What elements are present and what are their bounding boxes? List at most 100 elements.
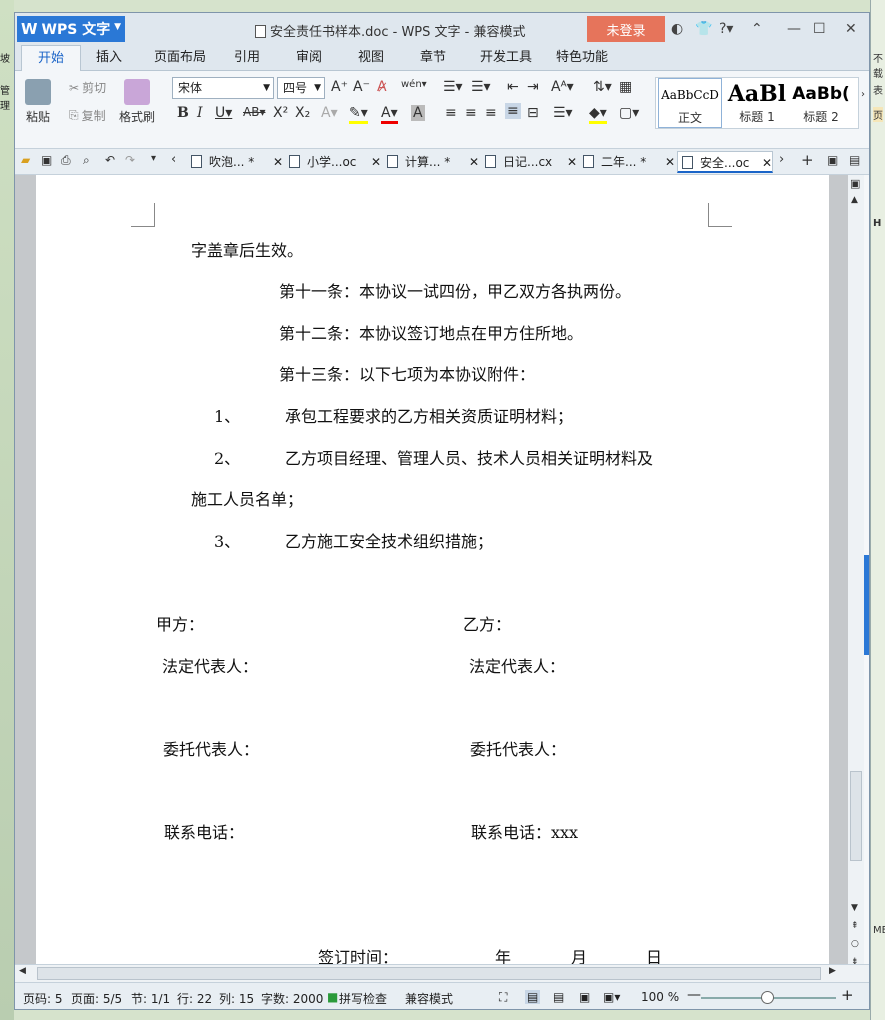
subscript-icon[interactable]: X₂	[295, 105, 310, 121]
char-shading-icon[interactable]: A	[411, 105, 425, 121]
tab-insert[interactable]: 插入	[87, 45, 131, 71]
redo-icon[interactable]: ↷	[125, 153, 135, 167]
tab-review[interactable]: 审阅	[289, 45, 329, 71]
doc-tab[interactable]: 吹泡... * ✕	[187, 151, 283, 173]
spellcheck-button[interactable]: 拼写检查	[339, 990, 387, 1007]
highlight-icon[interactable]: ✎▾	[349, 105, 368, 124]
side-panel-toggle[interactable]	[864, 555, 869, 655]
doc-tab[interactable]: 小学...oc ✕	[285, 151, 381, 173]
shirt-icon[interactable]: 👕	[695, 21, 712, 37]
tab-view[interactable]: 视图	[351, 45, 391, 71]
superscript-icon[interactable]: X²	[273, 105, 288, 121]
cut-button[interactable]: ✂ 剪切	[69, 79, 106, 96]
tab-chapter[interactable]: 章节	[413, 45, 453, 71]
grow-font-icon[interactable]: A⁺	[331, 79, 348, 95]
login-button[interactable]: 未登录	[587, 16, 665, 42]
outline-view-icon[interactable]: ▤	[553, 990, 564, 1004]
align-left-icon[interactable]: ≡	[445, 105, 457, 121]
doc-tab[interactable]: 二年... * ✕	[579, 151, 675, 173]
font-name-select[interactable]: 宋体 ▼	[172, 77, 274, 99]
numbering-icon[interactable]: ☰▾	[471, 79, 491, 95]
print-preview-icon[interactable]: ⌕	[83, 153, 90, 168]
status-word-count[interactable]: 字数: 2000	[261, 990, 323, 1007]
reading-mode-icon[interactable]: ▣▾	[603, 990, 620, 1004]
close-icon[interactable]: ✕	[845, 21, 857, 37]
horizontal-scrollbar[interactable]: ◀ ▶	[15, 964, 869, 982]
skin-icon[interactable]: ◐	[671, 21, 683, 37]
maximize-icon[interactable]: ☐	[813, 21, 826, 37]
increase-indent-icon[interactable]: ⇥	[527, 79, 539, 95]
close-icon[interactable]: ✕	[469, 151, 479, 173]
help-icon[interactable]: ?▾	[719, 21, 733, 37]
doc-tab-active[interactable]: 安全...oc ✕	[677, 151, 773, 173]
copy-button[interactable]: ⎘ 复制	[69, 107, 106, 124]
doc-tab[interactable]: 计算... * ✕	[383, 151, 479, 173]
zoom-in-icon[interactable]: +	[841, 986, 854, 1004]
collapse-ribbon-icon[interactable]: ⌃	[751, 21, 763, 37]
scroll-right-icon[interactable]: ▶	[829, 966, 836, 976]
borders-icon[interactable]: ▢▾	[619, 105, 639, 121]
line-spacing-icon[interactable]: ☰▾	[553, 105, 573, 121]
scroll-up-icon[interactable]: ▲	[851, 195, 858, 205]
case-icon[interactable]: Aᴬ▾	[551, 79, 574, 95]
browse-object-icon[interactable]: ○	[851, 939, 859, 949]
full-screen-icon[interactable]: ⛶	[499, 990, 507, 1005]
zoom-level[interactable]: 100 %	[641, 990, 679, 1004]
bold-icon[interactable]: B	[177, 105, 189, 121]
tab-developer[interactable]: 开发工具	[473, 45, 539, 71]
scroll-left-icon[interactable]: ◀	[19, 966, 26, 976]
close-icon[interactable]: ✕	[273, 151, 283, 173]
zoom-out-icon[interactable]: —	[687, 987, 701, 1003]
vertical-scrollbar[interactable]: ▣ ▲ ▼ ⇞ ○ ⇟	[848, 175, 864, 967]
distributed-icon[interactable]: ⊟	[527, 105, 539, 121]
phonetic-guide-icon[interactable]: wén▾	[401, 79, 427, 90]
customize-toolbar-icon[interactable]: ▾	[151, 153, 156, 164]
shading-icon[interactable]: ◆▾	[589, 105, 607, 124]
decrease-indent-icon[interactable]: ⇤	[507, 79, 519, 95]
text-effect-icon[interactable]: A▾	[321, 105, 338, 121]
align-center-icon[interactable]: ≡	[465, 105, 477, 121]
undo-icon[interactable]: ↶	[105, 153, 115, 167]
clear-format-icon[interactable]: A̷	[377, 79, 387, 95]
tab-home[interactable]: 开始	[21, 45, 81, 72]
tab-scroll-left-icon[interactable]: ‹	[171, 152, 176, 167]
tab-references[interactable]: 引用	[227, 45, 267, 71]
prev-page-icon[interactable]: ⇞	[851, 921, 859, 931]
font-color-icon[interactable]: A▾	[381, 105, 398, 124]
doc-tab[interactable]: 日记...cx ✕	[481, 151, 577, 173]
format-painter-button[interactable]: 格式刷	[119, 79, 155, 125]
close-icon[interactable]: ✕	[567, 151, 577, 173]
scroll-down-icon[interactable]: ▼	[851, 903, 858, 913]
wps-menu-button[interactable]: W WPS 文字 ▼	[17, 16, 125, 42]
underline-icon[interactable]: U▾	[215, 105, 232, 121]
style-heading-1[interactable]: AaBl 标题 1	[726, 78, 788, 128]
font-size-select[interactable]: 四号 ▼	[277, 77, 325, 99]
paste-button[interactable]: 粘贴	[25, 79, 51, 125]
vertical-scroll-thumb[interactable]	[850, 771, 862, 861]
close-icon[interactable]: ✕	[371, 151, 381, 173]
page-view-icon[interactable]: ▤	[525, 990, 541, 1004]
window-switch-icon[interactable]: ▤	[849, 153, 860, 167]
tab-scroll-right-icon[interactable]: ›	[779, 152, 784, 167]
sort-icon[interactable]: ⇅▾	[593, 79, 612, 95]
close-icon[interactable]: ✕	[762, 152, 772, 174]
styles-scroll-icon[interactable]: ›	[861, 89, 865, 100]
align-right-icon[interactable]: ≡	[485, 105, 497, 121]
style-heading-2[interactable]: AaBb( 标题 2	[790, 78, 852, 128]
justify-icon[interactable]: ≡	[505, 103, 521, 119]
new-tab-icon[interactable]: +	[801, 151, 814, 169]
tab-special-features[interactable]: 特色功能	[549, 45, 615, 71]
save-icon[interactable]: ▣	[41, 153, 52, 167]
split-view-icon[interactable]: ▣	[850, 177, 860, 190]
style-normal[interactable]: AaBbCcD 正文	[658, 78, 722, 128]
tab-page-layout[interactable]: 页面布局	[147, 45, 213, 71]
web-view-icon[interactable]: ▣	[579, 990, 590, 1004]
table-icon[interactable]: ▦	[619, 79, 632, 95]
italic-icon[interactable]: I	[197, 105, 203, 121]
open-folder-icon[interactable]: ▰	[21, 153, 30, 167]
shrink-font-icon[interactable]: A⁻	[353, 79, 370, 95]
bullets-icon[interactable]: ☰▾	[443, 79, 463, 95]
document-page[interactable]: 字盖章后生效。 第十一条：本协议一试四份，甲乙双方各执两份。 第十二条：本协议签…	[36, 175, 829, 967]
print-icon[interactable]: ⎙	[61, 153, 71, 168]
minimize-icon[interactable]: —	[787, 21, 801, 37]
